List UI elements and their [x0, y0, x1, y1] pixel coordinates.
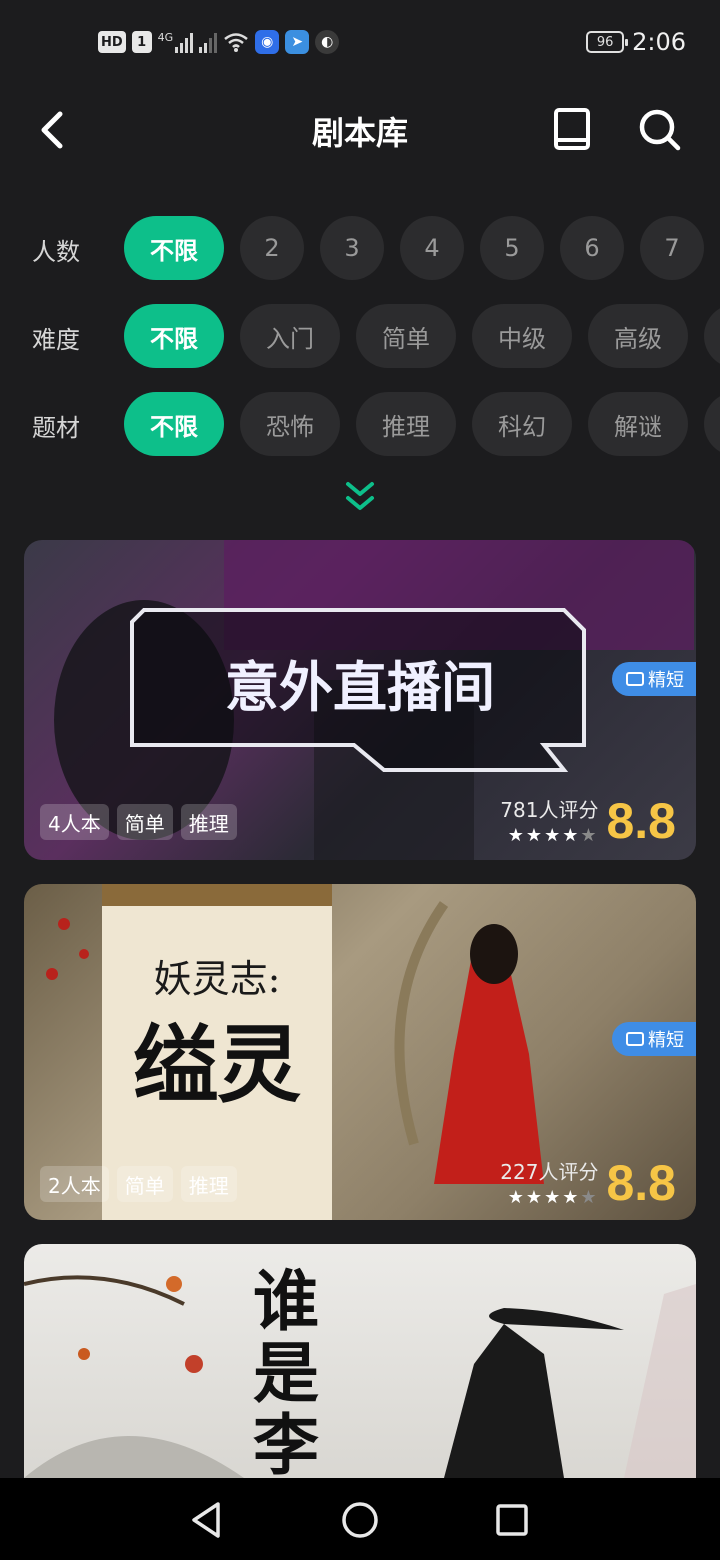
battery-icon: 96: [586, 31, 629, 53]
badge-label: 精短: [648, 1030, 684, 1051]
cover-title-char: 谁: [253, 1262, 319, 1340]
signal-2-icon: [199, 31, 218, 53]
chip-players-5[interactable]: 5: [480, 216, 544, 280]
chip-theme-scifi[interactable]: 科幻: [472, 392, 572, 456]
tablet-icon: [626, 1032, 644, 1046]
wifi-icon: [224, 33, 248, 52]
card-tags: 4人本 简单 推理: [40, 804, 237, 840]
circle-home-icon: [342, 1502, 378, 1538]
card-rating: 781人评分 ★★★★★ 8.8: [500, 794, 676, 846]
featured-badge: 精短: [612, 662, 696, 696]
tag-difficulty: 简单: [116, 804, 173, 840]
sim-indicator: 1: [131, 31, 152, 53]
rating-count: 781人评分: [500, 798, 599, 822]
triangle-back-icon: [192, 1502, 220, 1538]
search-button[interactable]: [636, 106, 684, 154]
square-recents-icon: [496, 1504, 528, 1536]
chip-players-7[interactable]: 7: [640, 216, 704, 280]
chip-theme-mystery[interactable]: 推理: [356, 392, 456, 456]
chip-theme-horror[interactable]: 恐怖: [240, 392, 340, 456]
double-chevron-down-icon: [346, 482, 374, 510]
book-button[interactable]: [548, 106, 596, 154]
cover-title-text: 意外直播间: [225, 656, 495, 719]
tag-players: 4人本: [40, 804, 109, 840]
nav-back-button[interactable]: [186, 1498, 230, 1542]
chip-theme-any[interactable]: 不限: [124, 392, 224, 456]
chip-theme-more[interactable]: [704, 392, 720, 456]
chip-difficulty-easy[interactable]: 简单: [356, 304, 456, 368]
expand-filters-button[interactable]: [340, 478, 380, 518]
header: 剧本库: [0, 88, 720, 172]
chip-players-any[interactable]: 不限: [124, 216, 224, 280]
filter-theme: 题材 不限 恐怖 推理 科幻 解谜: [0, 392, 720, 456]
script-card[interactable]: 妖灵志: 缢灵 精短 2人本 简单 推理 227人评分 ★★★★★ 8.8: [24, 884, 696, 1220]
nav-recents-button[interactable]: [490, 1498, 534, 1542]
chip-players-3[interactable]: 3: [320, 216, 384, 280]
cover-subtitle-text: 妖灵志:: [154, 957, 281, 1001]
status-right: 96 2:06: [586, 28, 686, 56]
clock: 2:06: [632, 28, 686, 56]
score: 8.8: [606, 1155, 676, 1211]
chip-players-6[interactable]: 6: [560, 216, 624, 280]
book-icon: [554, 108, 590, 150]
page-title: 剧本库: [311, 114, 408, 152]
star-rating: ★★★★★: [507, 1187, 599, 1208]
card-rating: 227人评分 ★★★★★ 8.8: [500, 1156, 676, 1208]
score: 8.8: [606, 793, 676, 849]
chip-difficulty-medium[interactable]: 中级: [472, 304, 572, 368]
rating-count: 227人评分: [500, 1160, 599, 1184]
chip-theme-puzzle[interactable]: 解谜: [588, 392, 688, 456]
app-notification-icon: ➤: [285, 30, 310, 54]
script-card[interactable]: 谁 是 李: [24, 1244, 696, 1478]
search-icon: [639, 109, 681, 151]
system-nav-bar: [0, 1478, 720, 1560]
chip-difficulty-more[interactable]: [704, 304, 720, 368]
filter-difficulty: 难度 不限 入门 简单 中级 高级: [0, 304, 720, 368]
featured-badge: 精短: [612, 1022, 696, 1056]
tag-theme: 推理: [180, 1166, 237, 1202]
filter-label: 人数: [32, 238, 80, 266]
cover-title-text: 缢灵: [133, 1015, 301, 1114]
status-icons: HD 1 4G ◉ ➤ ◐: [98, 30, 340, 54]
chip-difficulty-hard[interactable]: 高级: [588, 304, 688, 368]
nav-home-button[interactable]: [338, 1498, 382, 1542]
network-type: 4G: [157, 31, 174, 44]
status-bar: HD 1 4G ◉ ➤ ◐ 96 2:06: [0, 0, 720, 88]
chip-difficulty-beginner[interactable]: 入门: [240, 304, 340, 368]
script-card[interactable]: 意外直播间 精短 4人本 简单 推理 781人评分 ★★★★★ 8.8: [24, 540, 696, 860]
signal-icon: 4G: [158, 31, 194, 53]
filter-label: 难度: [32, 326, 80, 354]
chip-players-4[interactable]: 4: [400, 216, 464, 280]
hd-indicator: HD: [98, 31, 126, 53]
cover-title-char: 是: [253, 1334, 319, 1412]
battery-level: 96: [596, 34, 614, 50]
star-rating: ★★★★★: [507, 825, 599, 846]
tablet-icon: [626, 672, 644, 686]
chip-players-2[interactable]: 2: [240, 216, 304, 280]
badge-label: 精短: [648, 670, 684, 691]
cover-artwork: 谁 是 李: [24, 1262, 696, 1478]
filter-players: 人数 不限 2 3 4 5 6 7: [0, 216, 720, 280]
app-notification-icon: ◐: [315, 30, 340, 54]
chip-difficulty-any[interactable]: 不限: [124, 304, 224, 368]
tag-difficulty: 简单: [116, 1166, 173, 1202]
app-notification-icon: ◉: [255, 30, 280, 54]
tag-theme: 推理: [180, 804, 237, 840]
card-tags: 2人本 简单 推理: [40, 1166, 237, 1202]
tag-players: 2人本: [40, 1166, 109, 1202]
cover-title-char: 李: [253, 1406, 319, 1478]
filter-label: 题材: [32, 414, 80, 442]
